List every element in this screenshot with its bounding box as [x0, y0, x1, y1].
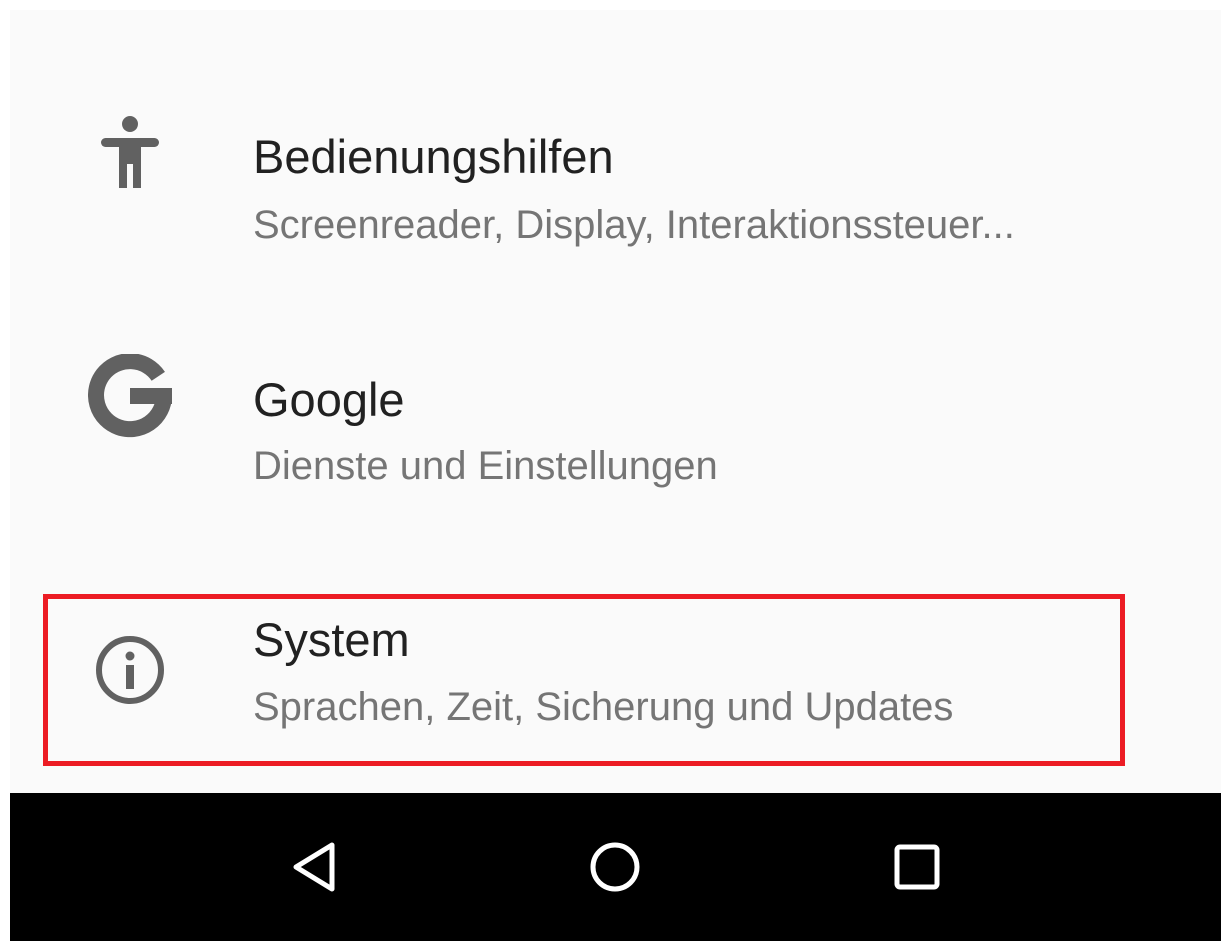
settings-item-subtitle: Sprachen, Zeit, Sicherung und Updates [253, 685, 954, 729]
settings-item-title: System [253, 613, 410, 666]
accessibility-icon [80, 102, 180, 202]
recents-icon[interactable] [867, 817, 967, 917]
settings-item-title: Google [253, 373, 405, 426]
settings-item-system[interactable]: System Sprachen, Zeit, Sicherung und Upd… [10, 576, 1221, 776]
settings-list: Bedienungshilfen Screenreader, Display, … [10, 10, 1221, 793]
home-icon[interactable] [565, 817, 665, 917]
screen: Bedienungshilfen Screenreader, Display, … [10, 10, 1221, 941]
back-icon[interactable] [266, 817, 366, 917]
settings-item-accessibility[interactable]: Bedienungshilfen Screenreader, Display, … [10, 52, 1221, 252]
google-g-icon [80, 346, 180, 446]
settings-item-subtitle: Dienste und Einstellungen [253, 444, 718, 488]
navigation-bar [10, 793, 1221, 941]
settings-item-title: Bedienungshilfen [253, 130, 614, 183]
settings-item-subtitle: Screenreader, Display, Interaktionssteue… [253, 203, 1015, 247]
info-icon [80, 620, 180, 720]
settings-item-google[interactable]: Google Dienste und Einstellungen [10, 294, 1221, 494]
